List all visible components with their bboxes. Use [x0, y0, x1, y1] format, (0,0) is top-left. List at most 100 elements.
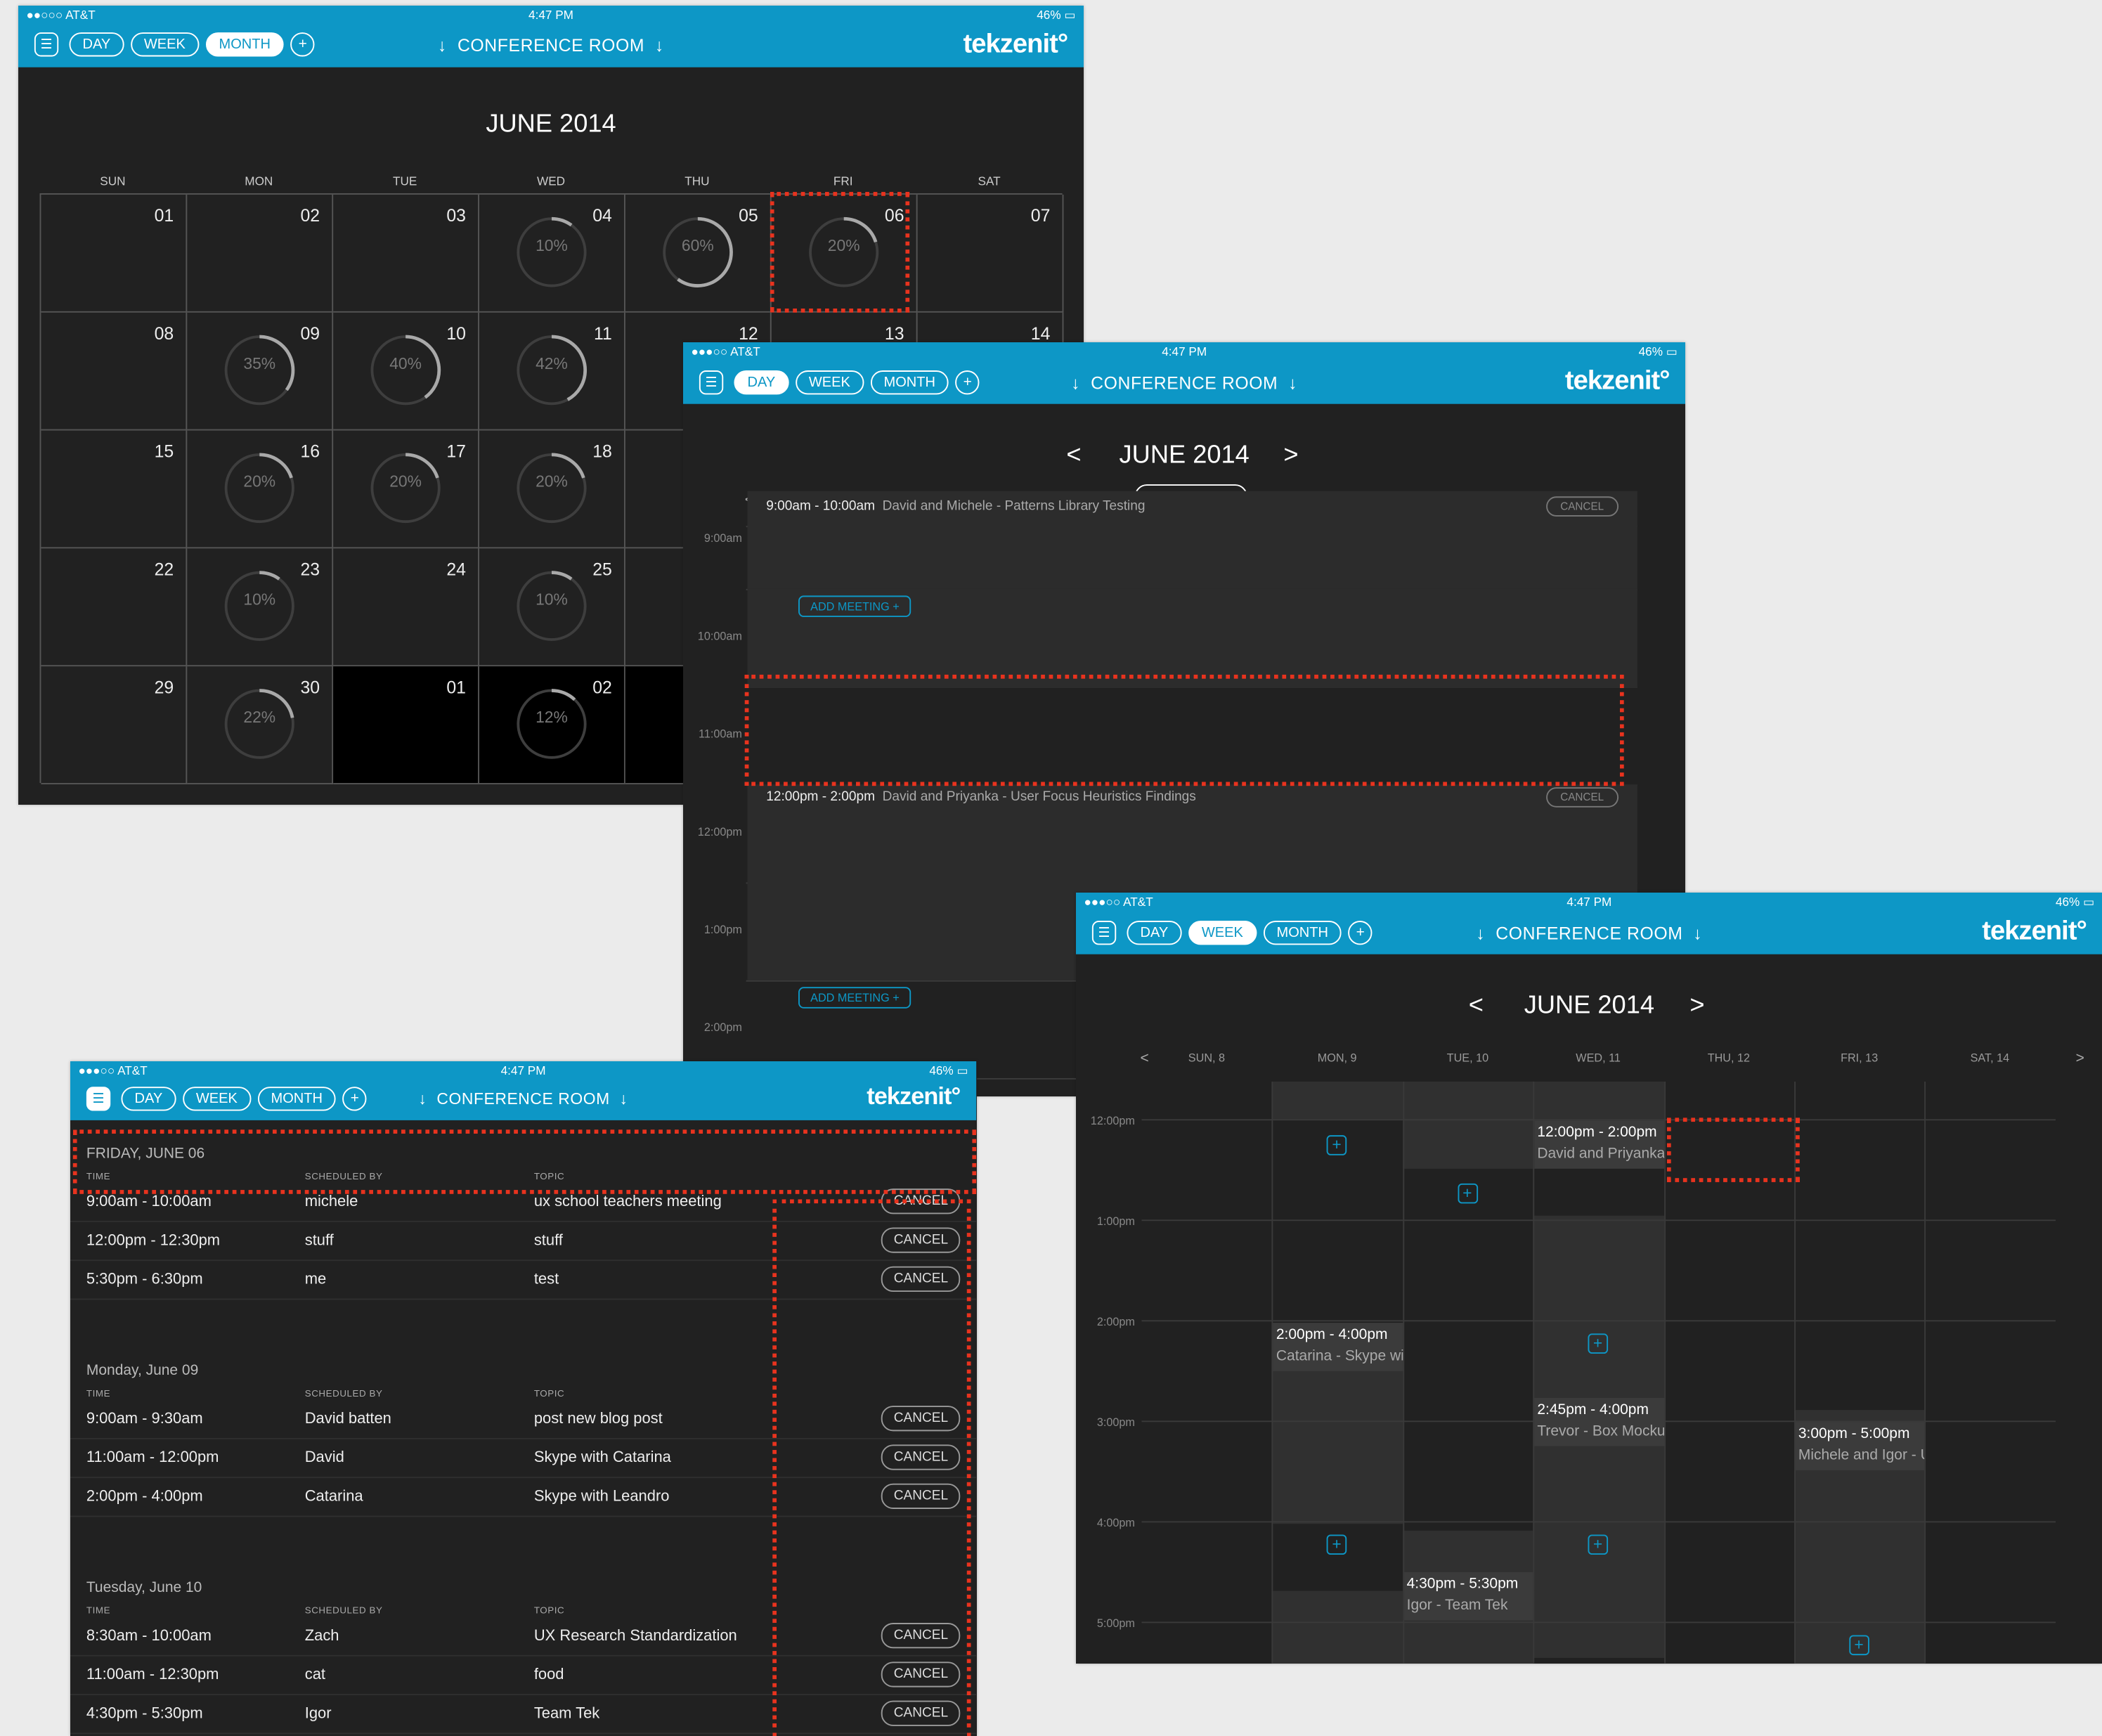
day-number: 01	[154, 205, 174, 226]
week-button[interactable]: WEEK	[182, 1087, 251, 1111]
week-event[interactable]: 12:00pm - 2:00pm David and Priyanka	[1534, 1120, 1664, 1169]
capacity-percent: 10%	[536, 590, 568, 609]
add-slot-icon[interactable]: +	[1326, 1534, 1347, 1555]
brand-logo: tekzenit°	[867, 1082, 961, 1110]
event-block[interactable]: 9:00am - 10:00am David and Michele - Pat…	[747, 491, 1637, 589]
day-button[interactable]: DAY	[69, 32, 124, 57]
day-cell[interactable]: 18 20%	[479, 430, 625, 549]
busy-block	[1533, 1591, 1664, 1658]
list-view-icon[interactable]: ☰	[699, 370, 724, 395]
room-selector[interactable]: ↓ CONFERENCE ROOM ↓	[1071, 373, 1297, 394]
week-event[interactable]: 2:45pm - 4:00pm Trevor - Box Mocku	[1534, 1397, 1664, 1446]
add-slot-icon[interactable]: +	[1588, 1333, 1608, 1354]
day-button[interactable]: DAY	[1127, 921, 1182, 945]
list-view-icon[interactable]: ☰	[34, 32, 59, 57]
add-slot-icon[interactable]: +	[1457, 1183, 1478, 1204]
add-slot-icon[interactable]: +	[1326, 1135, 1347, 1155]
room-selector[interactable]: ↓ CONFERENCE ROOM ↓	[1476, 924, 1702, 944]
next-week-button[interactable]: >	[1689, 992, 1704, 1021]
week-button[interactable]: WEEK	[130, 32, 199, 57]
week-event[interactable]: 3:00pm - 5:00pm Michele and Igor - U	[1796, 1422, 1925, 1470]
room-selector[interactable]: ↓ CONFERENCE ROOM ↓	[418, 1089, 628, 1108]
add-meeting-button[interactable]: ADD MEETING +	[798, 987, 911, 1009]
week-event[interactable]: 2:00pm - 4:00pm Catarina - Skype wi	[1273, 1323, 1403, 1371]
month-title: JUNE 2014	[486, 110, 616, 138]
add-button[interactable]: +	[955, 370, 980, 395]
weekday-label: SUN	[100, 174, 126, 188]
capacity-percent: 10%	[536, 236, 568, 255]
day-cell[interactable]: 25 10%	[479, 548, 625, 667]
day-number: 08	[154, 323, 174, 344]
month-button[interactable]: MONTH	[257, 1087, 337, 1111]
day-button[interactable]: DAY	[121, 1087, 176, 1111]
room-selector[interactable]: ↓ CONFERENCE ROOM ↓	[438, 35, 664, 56]
day-cell[interactable]: 29	[41, 666, 188, 784]
day-cell[interactable]: 01	[41, 194, 188, 313]
hour-label: 12:00pm	[1090, 1113, 1135, 1127]
list-view-icon[interactable]: ☰	[1091, 921, 1117, 945]
weekday-label: TUE	[393, 174, 417, 188]
next-arrow[interactable]: >	[2076, 1051, 2084, 1067]
week-button[interactable]: WEEK	[1188, 921, 1257, 945]
busy-block	[1272, 1591, 1403, 1664]
highlight-box	[772, 1199, 971, 1736]
column-header-time: TIME	[86, 1390, 111, 1399]
day-button[interactable]: DAY	[734, 370, 789, 395]
event-time: 12:00pm - 2:00pm	[766, 789, 876, 805]
scheduled-by: michele	[304, 1193, 358, 1210]
month-button[interactable]: MONTH	[1263, 921, 1342, 945]
day-cell[interactable]: 24	[333, 548, 480, 667]
hour-label: 2:00pm	[703, 1020, 742, 1035]
day-cell[interactable]: 03	[333, 194, 480, 313]
capacity-percent: 60%	[681, 236, 714, 255]
day-cell[interactable]: 09 35%	[187, 312, 334, 431]
list-view-icon[interactable]: ☰	[86, 1087, 111, 1111]
day-cell[interactable]: 02	[187, 194, 334, 313]
battery: 46% ▭	[1638, 344, 1678, 358]
week-button[interactable]: WEEK	[795, 370, 864, 395]
row-line	[1141, 1219, 2056, 1222]
day-cell[interactable]: 10 40%	[333, 312, 480, 431]
capacity-percent: 12%	[536, 708, 568, 727]
scheduled-by: me	[304, 1271, 327, 1288]
day-cell[interactable]: 15	[41, 430, 188, 549]
status-bar: ●●●○○ AT&T 4:47 PM 46% ▭	[683, 342, 1685, 361]
add-meeting-button[interactable]: ADD MEETING +	[798, 595, 911, 617]
day-cell[interactable]: 17 20%	[333, 430, 480, 549]
week-day-label: TUE, 10	[1446, 1051, 1489, 1065]
add-slot-icon[interactable]: +	[1588, 1534, 1608, 1555]
day-cell[interactable]: 02 12%	[479, 666, 625, 784]
day-cell[interactable]: 22	[41, 548, 188, 667]
event-time: 3:00pm - 5:00pm	[1798, 1425, 1910, 1442]
scheduled-by: cat	[304, 1666, 325, 1683]
day-cell[interactable]: 01	[333, 666, 480, 784]
add-button[interactable]: +	[342, 1087, 367, 1111]
event-time: 4:30pm - 5:30pm	[1406, 1576, 1519, 1593]
hour-label: 9:00am	[703, 531, 742, 545]
column-header-topic: TOPIC	[533, 1607, 565, 1617]
battery: 46% ▭	[929, 1063, 968, 1077]
capacity-percent: 35%	[243, 354, 276, 373]
week-event[interactable]: 4:30pm - 5:30pm Igor - Team Tek	[1403, 1572, 1533, 1621]
cancel-button[interactable]: CANCEL	[1545, 496, 1619, 517]
month-button[interactable]: MONTH	[205, 32, 285, 57]
day-cell[interactable]: 23 10%	[187, 548, 334, 667]
add-button[interactable]: +	[1348, 921, 1373, 945]
day-cell[interactable]: 30 22%	[187, 666, 334, 784]
add-slot-icon[interactable]: +	[1848, 1635, 1869, 1656]
month-button[interactable]: MONTH	[870, 370, 949, 395]
add-button[interactable]: +	[290, 32, 315, 57]
cancel-button[interactable]: CANCEL	[1545, 787, 1619, 808]
event-time: 12:00pm - 2:00pm	[1537, 1124, 1657, 1141]
battery: 46% ▭	[1037, 8, 1076, 22]
day-number: 17	[446, 441, 466, 462]
day-cell[interactable]: 08	[41, 312, 188, 431]
capacity-percent: 20%	[243, 472, 276, 491]
day-cell[interactable]: 11 42%	[479, 312, 625, 431]
next-month-button[interactable]: >	[1283, 441, 1298, 471]
row-line	[1141, 1521, 2056, 1523]
day-cell[interactable]: 05 60%	[625, 194, 772, 313]
day-cell[interactable]: 16 20%	[187, 430, 334, 549]
day-cell[interactable]: 04 10%	[479, 194, 625, 313]
day-cell[interactable]: 07	[917, 194, 1064, 313]
